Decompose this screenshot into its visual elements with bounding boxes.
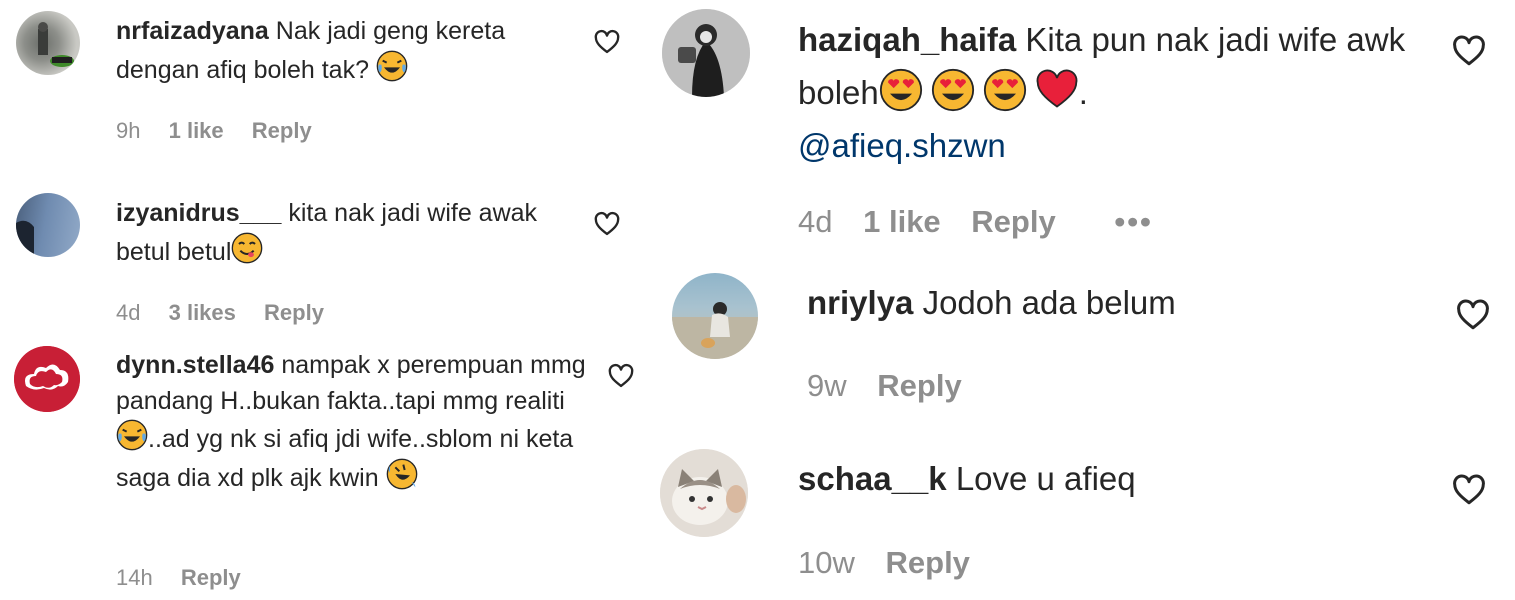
face-with-tears-of-joy-icon bbox=[376, 50, 408, 82]
comment-text-continued: ..ad yg nk si afiq jdi wife..sblom ni ke… bbox=[116, 425, 574, 492]
like-heart-icon[interactable] bbox=[1455, 297, 1491, 333]
reply-button[interactable]: Reply bbox=[971, 204, 1055, 239]
avatar-photo-icon bbox=[662, 9, 750, 97]
avatar-cloud-icon bbox=[14, 346, 80, 412]
comment-meta: 9h 1 like Reply bbox=[116, 118, 334, 144]
heart-eyes-icon bbox=[983, 68, 1027, 112]
comment-username[interactable]: haziqah_haifa bbox=[798, 21, 1016, 58]
more-options-icon[interactable]: ••• bbox=[1114, 204, 1153, 239]
avatar-photo-icon bbox=[38, 22, 74, 67]
likes-count[interactable]: 3 likes bbox=[169, 300, 236, 325]
reply-button[interactable]: Reply bbox=[264, 300, 324, 325]
like-heart-icon[interactable] bbox=[593, 28, 621, 56]
comment-timestamp: 14h bbox=[116, 565, 153, 590]
comment-timestamp: 9h bbox=[116, 118, 141, 143]
comment-meta: 9w Reply bbox=[807, 368, 984, 404]
likes-count[interactable]: 1 like bbox=[863, 204, 941, 239]
reply-button[interactable]: Reply bbox=[886, 545, 970, 580]
comment-timestamp: 9w bbox=[807, 368, 847, 403]
comment-meta: 4d 3 likes Reply bbox=[116, 300, 346, 326]
avatar[interactable] bbox=[16, 193, 80, 257]
comment-text: Love u afieq bbox=[955, 460, 1136, 497]
comment-username[interactable]: dynn.stella46 bbox=[116, 351, 274, 379]
red-heart-icon bbox=[1035, 68, 1079, 112]
avatar-photo-icon bbox=[16, 220, 34, 257]
like-heart-icon[interactable] bbox=[1451, 472, 1487, 508]
like-heart-icon[interactable] bbox=[607, 362, 635, 390]
comment-meta: 14h Reply bbox=[116, 565, 263, 591]
comment-text: Jodoh ada belum bbox=[922, 284, 1176, 321]
avatar[interactable] bbox=[662, 9, 750, 97]
face-with-tears-of-joy-icon bbox=[116, 419, 148, 451]
heart-eyes-icon bbox=[931, 68, 975, 112]
avatar[interactable] bbox=[672, 273, 758, 359]
comment-meta: 4d 1 like Reply ••• bbox=[798, 204, 1175, 240]
face-savoring-food-icon bbox=[231, 232, 263, 264]
comment-username[interactable]: izyanidrus___ bbox=[116, 199, 281, 227]
comment-timestamp: 4d bbox=[116, 300, 141, 325]
reply-button[interactable]: Reply bbox=[877, 368, 961, 403]
likes-count[interactable]: 1 like bbox=[169, 118, 224, 143]
heart-eyes-icon bbox=[879, 68, 923, 112]
comment-meta: 10w Reply bbox=[798, 545, 992, 581]
avatar[interactable] bbox=[660, 449, 748, 537]
comment-username[interactable]: schaa__k bbox=[798, 460, 947, 497]
comment-username[interactable]: nriylya bbox=[807, 284, 913, 321]
avatar[interactable] bbox=[14, 346, 80, 412]
reply-button[interactable]: Reply bbox=[252, 118, 312, 143]
rolling-on-floor-laughing-icon bbox=[386, 458, 418, 490]
like-heart-icon[interactable] bbox=[593, 210, 621, 238]
mention-link[interactable]: @afieq.shzwn bbox=[798, 127, 1006, 164]
comment-text-end: . bbox=[1078, 73, 1088, 111]
reply-button[interactable]: Reply bbox=[181, 565, 241, 590]
avatar[interactable] bbox=[16, 11, 80, 75]
like-heart-icon[interactable] bbox=[1451, 33, 1487, 69]
comment-username[interactable]: nrfaizadyana bbox=[116, 17, 269, 45]
comment-timestamp: 10w bbox=[798, 545, 855, 580]
avatar-photo-icon bbox=[672, 302, 758, 359]
cat-photo-icon bbox=[660, 449, 748, 537]
comment-timestamp: 4d bbox=[798, 204, 833, 239]
